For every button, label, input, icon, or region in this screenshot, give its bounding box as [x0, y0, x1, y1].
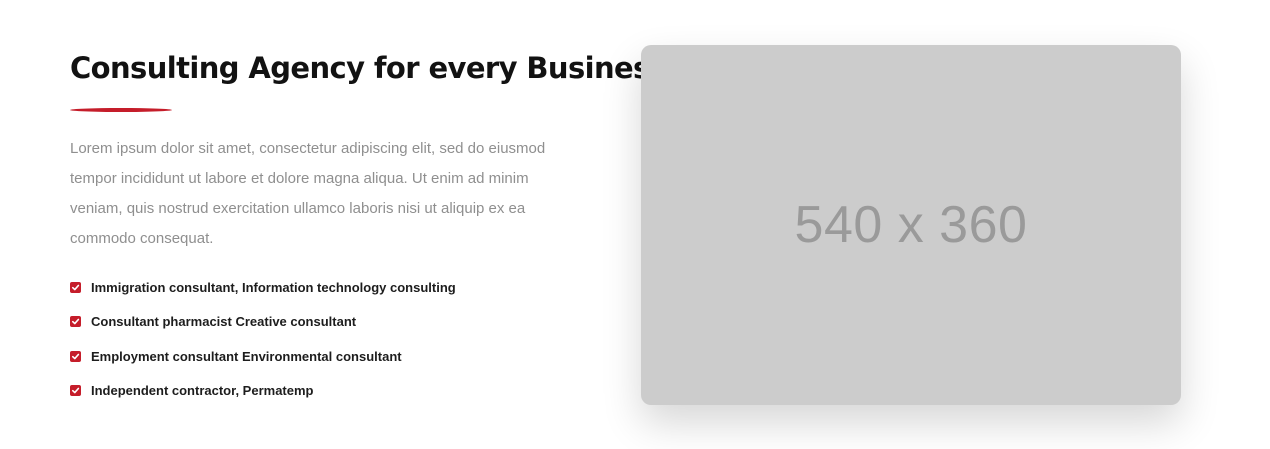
- check-square-icon: [70, 350, 81, 362]
- check-square-icon: [70, 316, 81, 328]
- list-item: Consultant pharmacist Creative consultan…: [70, 305, 590, 340]
- check-square-icon: [70, 385, 81, 397]
- list-item: Independent contractor, Permatemp: [70, 374, 590, 409]
- checklist-label: Employment consultant Environmental cons…: [91, 348, 402, 364]
- placeholder-dimensions-text: 540 x 360: [794, 196, 1028, 254]
- about-section: Consulting Agency for every Business Lor…: [0, 0, 1270, 449]
- checklist-label: Independent contractor, Permatemp: [91, 383, 314, 399]
- title-underline: [70, 108, 172, 112]
- list-item: Employment consultant Environmental cons…: [70, 339, 590, 374]
- section-paragraph: Lorem ipsum dolor sit amet, consectetur …: [70, 140, 546, 247]
- about-content: Consulting Agency for every Business Lor…: [70, 48, 667, 408]
- image-placeholder: 540 x 360: [641, 45, 1181, 405]
- checklist-label: Consultant pharmacist Creative consultan…: [91, 314, 357, 330]
- check-square-icon: [70, 281, 81, 293]
- section-title: Consulting Agency for every Business: [70, 51, 667, 85]
- checklist-label: Immigration consultant, Information tech…: [91, 279, 456, 295]
- feature-checklist: Immigration consultant, Information tech…: [70, 270, 590, 408]
- list-item: Immigration consultant, Information tech…: [70, 270, 590, 305]
